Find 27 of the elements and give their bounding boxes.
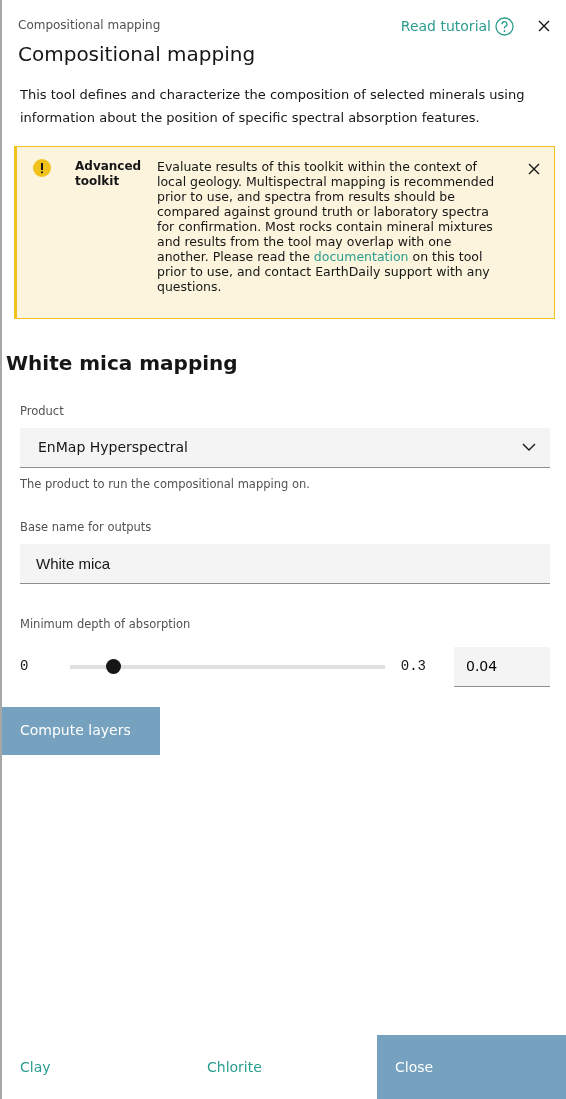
notice-title: Advanced toolkit bbox=[75, 158, 143, 190]
section-title: White mica mapping bbox=[5, 349, 239, 375]
help-icon bbox=[495, 17, 514, 36]
description-text: This tool defines and characterize the composition of selected minerals using information about the position of specific spectral absorption features. bbox=[19, 86, 526, 127]
field-label: Base name for outputs bbox=[20, 519, 153, 536]
tutorial-link[interactable]: Read tutorial bbox=[400, 16, 514, 37]
base-name-input[interactable]: White mica bbox=[20, 544, 550, 585]
close-button[interactable]: Close bbox=[377, 1035, 566, 1099]
footer-link[interactable]: Clay bbox=[2, 1035, 189, 1099]
chevron-down-icon bbox=[522, 443, 536, 452]
footer-link[interactable]: Chlorite bbox=[189, 1035, 377, 1099]
close-icon[interactable] bbox=[538, 20, 550, 32]
slider-min-label: 0 bbox=[20, 657, 29, 676]
field-label: Product bbox=[20, 402, 65, 420]
close-icon[interactable] bbox=[528, 162, 540, 175]
notice-text: Evaluate results of this toolkit within the context of local geology. Multispectral mapping is recommended prior to use, and spectra from results should be compared against ground truth or laboratory spectra for confirmation. Most rocks contain mineral mixtures and results from the tool may overlap with one another. Please read the documentation on this tool prior to use, and contact EarthDaily support with any questions. bbox=[157, 158, 496, 294]
documentation-link[interactable]: documentation bbox=[313, 248, 409, 264]
panel-subtitle: Compositional mapping bbox=[18, 17, 162, 34]
product-dropdown[interactable]: EnMap Hyperspectral bbox=[20, 427, 550, 468]
depth-input[interactable]: 0.04 bbox=[454, 646, 550, 687]
warning-icon bbox=[33, 158, 51, 177]
slider-max-label: 0.3 bbox=[400, 657, 426, 676]
panel-title: Compositional mapping bbox=[18, 42, 257, 66]
field-label: Minimum depth of absorption bbox=[20, 616, 192, 634]
helper-text: The product to run the compositional mapping on. bbox=[20, 475, 311, 493]
compute-button[interactable]: Compute layers bbox=[2, 706, 160, 755]
slider-thumb[interactable] bbox=[105, 658, 121, 674]
